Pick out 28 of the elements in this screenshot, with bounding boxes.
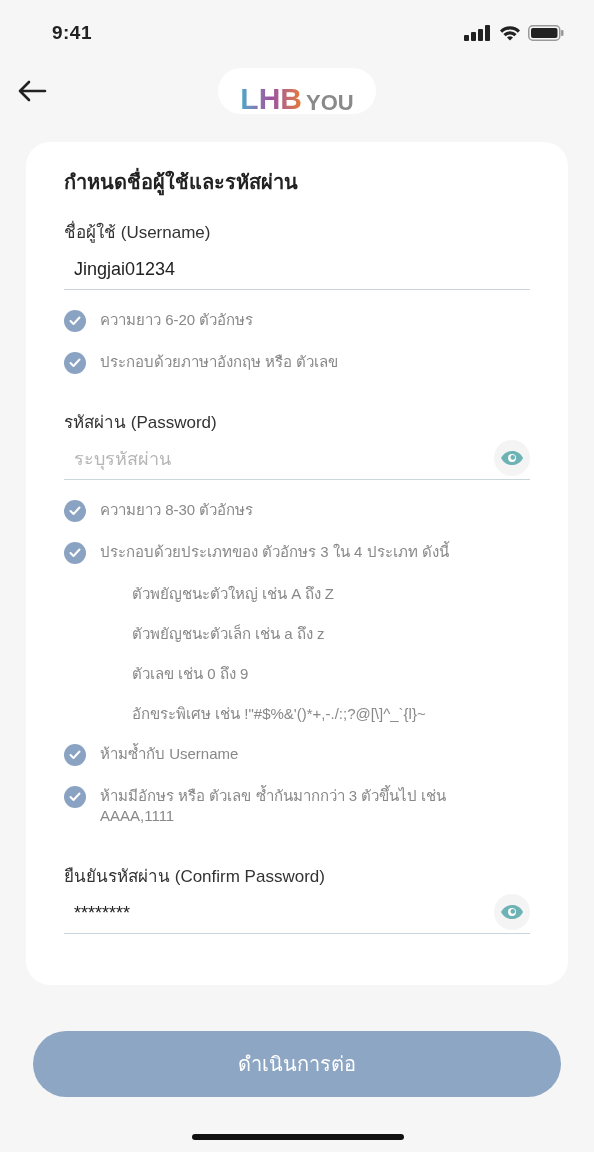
battery-icon	[528, 25, 564, 41]
eye-icon	[500, 449, 524, 466]
input-field[interactable]: Jingjai01234	[74, 250, 530, 289]
eye-icon	[500, 903, 524, 920]
rule-text: ห้ามมีอักษร หรือ ตัวเลข ซ้ำกันมากกว่า 3 ตัวขึ้นไป เช่น AAAA,1111	[100, 786, 448, 826]
rule-text: ตัวพยัญชนะตัวเล็ก เช่น a ถึง z	[132, 624, 325, 644]
input-field[interactable]: ระบุรหัสผ่าน	[74, 440, 494, 479]
logo-suffix: YOU	[306, 92, 354, 114]
rule-text: ตัวเลข เช่น 0 ถึง 9	[132, 664, 249, 684]
field-label: ยืนยันรหัสผ่าน (Confirm Password)	[64, 866, 326, 888]
rule-text: ความยาว 8-30 ตัวอักษร	[100, 500, 254, 520]
rule-text: ห้ามซ้ำกับ Username	[100, 744, 239, 764]
rule-text: ตัวพยัญชนะตัวใหญ่ เช่น A ถึง Z	[132, 584, 334, 604]
show-password-button[interactable]	[494, 439, 530, 476]
rule-text: ประกอบด้วยภาษาอังกฤษ หรือ ตัวเลข	[100, 352, 339, 372]
input-field[interactable]: ********	[74, 894, 494, 933]
show-password-button[interactable]	[494, 893, 530, 930]
field-label: รหัสผ่าน (Password)	[64, 412, 218, 434]
status-time: 9:41	[52, 20, 92, 45]
rule-text: ประกอบด้วยประเภทของ ตัวอักษร 3 ใน 4 ประเภท ดังนี้	[100, 542, 449, 562]
rule-text: ความยาว 6-20 ตัวอักษร	[100, 310, 254, 330]
signal-icon	[464, 25, 492, 41]
back-button[interactable]	[16, 78, 48, 104]
form-title: กำหนดชื่อผู้ใช้และรหัสผ่าน	[64, 166, 530, 198]
rule-text: อักขระพิเศษ เช่น !"#$%&'()*+,-./:;?@[\]^_`{l}~	[132, 704, 426, 724]
wifi-icon	[499, 25, 521, 41]
field-label: ชื่อผู้ใช้ (Username)	[64, 220, 530, 246]
back-arrow-icon	[17, 80, 47, 102]
